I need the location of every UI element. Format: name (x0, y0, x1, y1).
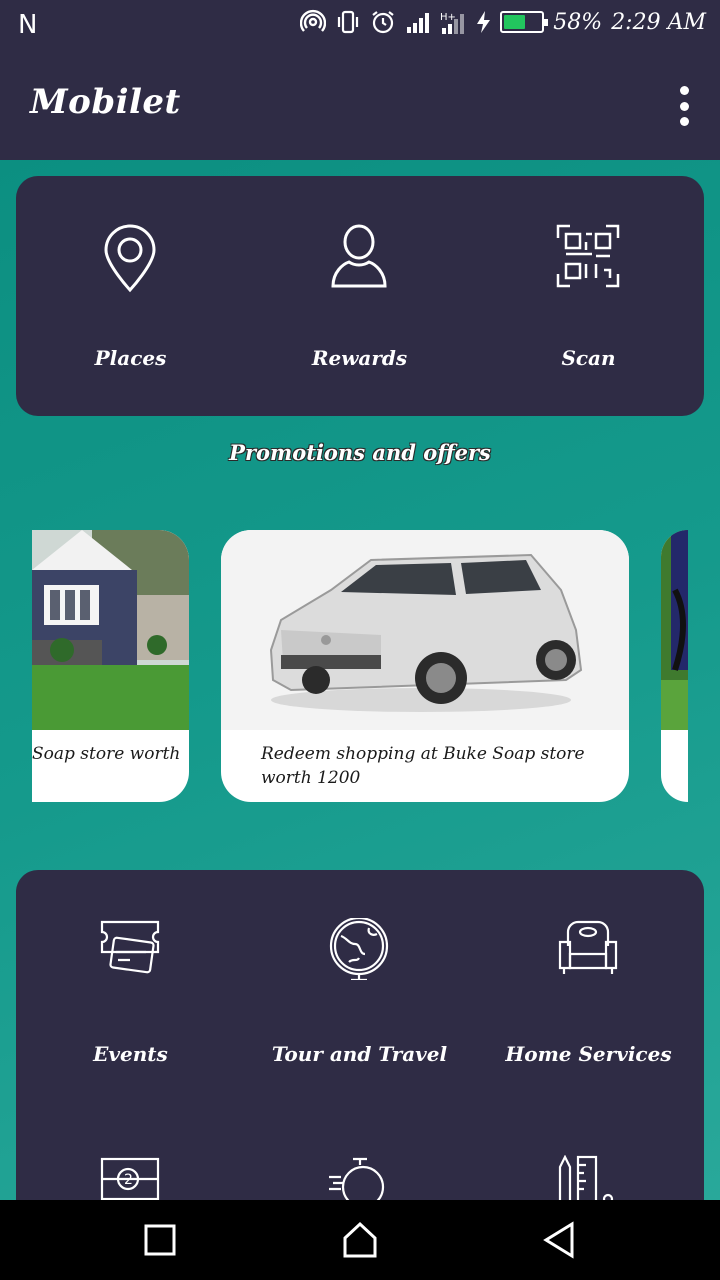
stopwatch-icon (329, 1157, 385, 1200)
stopwatch-tile[interactable] (245, 1155, 474, 1200)
tour-travel-label: Tour and Travel (271, 1042, 448, 1066)
back-button[interactable] (540, 1220, 580, 1260)
more-vert-icon[interactable] (678, 86, 690, 126)
status-bar: N H+ 58% 2:29 AM (0, 0, 720, 50)
rewards-label: Rewards (311, 346, 408, 370)
home-button[interactable] (340, 1220, 380, 1260)
promo-caption: Redeem shopping at Buke Soap store worth… (261, 744, 585, 788)
carrier-label: N (18, 10, 38, 40)
places-label: Places (94, 346, 167, 370)
promotions-title: Promotions and offers (229, 440, 491, 465)
ruler-pencil-icon (558, 1155, 614, 1200)
bike-photo (661, 530, 688, 730)
coupon-tile[interactable]: 2 (16, 1155, 245, 1200)
battery-icon (500, 11, 549, 33)
promo-card-next[interactable] (661, 530, 688, 802)
places-tile[interactable]: Places (16, 176, 245, 416)
home-services-label: Home Services (505, 1042, 672, 1066)
alarm-icon (370, 9, 396, 35)
vibrate-icon (335, 9, 361, 35)
promo-card-current[interactable]: Redeem shopping at Buke Soap store worth… (221, 530, 629, 802)
promo-card-previous[interactable]: Soap store worth (32, 530, 189, 802)
ticket-icon (100, 920, 160, 974)
app-title: Mobilet (30, 82, 181, 122)
car-photo (221, 530, 629, 730)
ruler-pencil-tile[interactable] (474, 1155, 703, 1200)
armchair-icon (558, 920, 618, 974)
rewards-tile[interactable]: Rewards (245, 176, 474, 416)
recents-button[interactable] (140, 1220, 180, 1260)
charging-icon (477, 11, 491, 33)
house-photo (32, 530, 189, 730)
main-content: Places Rewards Scan Promotions and offer… (0, 160, 720, 1200)
clock: 2:29 AM (611, 9, 706, 35)
categories-card: Events Tour and Travel Home Services 2 (16, 870, 704, 1200)
scan-tile[interactable]: Scan (474, 176, 703, 416)
globe-icon (329, 918, 389, 980)
navigation-bar (0, 1200, 720, 1280)
signal-icon (405, 11, 431, 33)
signal-h-icon: H+ (440, 10, 468, 34)
events-tile[interactable]: Events (16, 870, 245, 1100)
svg-text:2: 2 (124, 1172, 133, 1188)
scan-label: Scan (561, 346, 616, 370)
coupon-icon: 2 (100, 1157, 160, 1200)
quick-actions-card: Places Rewards Scan (16, 176, 704, 416)
battery-percent: 58% (553, 9, 603, 35)
location-pin-icon (104, 224, 156, 293)
qr-code-icon (556, 224, 620, 288)
tour-travel-tile[interactable]: Tour and Travel (245, 870, 474, 1100)
svg-text:H+: H+ (440, 12, 456, 23)
app-bar: Mobilet (0, 50, 720, 160)
home-services-tile[interactable]: Home Services (474, 870, 703, 1100)
promo-caption: Soap store worth (32, 744, 181, 764)
events-label: Events (93, 1042, 168, 1066)
user-icon (331, 224, 387, 288)
hotspot-icon (300, 9, 327, 35)
